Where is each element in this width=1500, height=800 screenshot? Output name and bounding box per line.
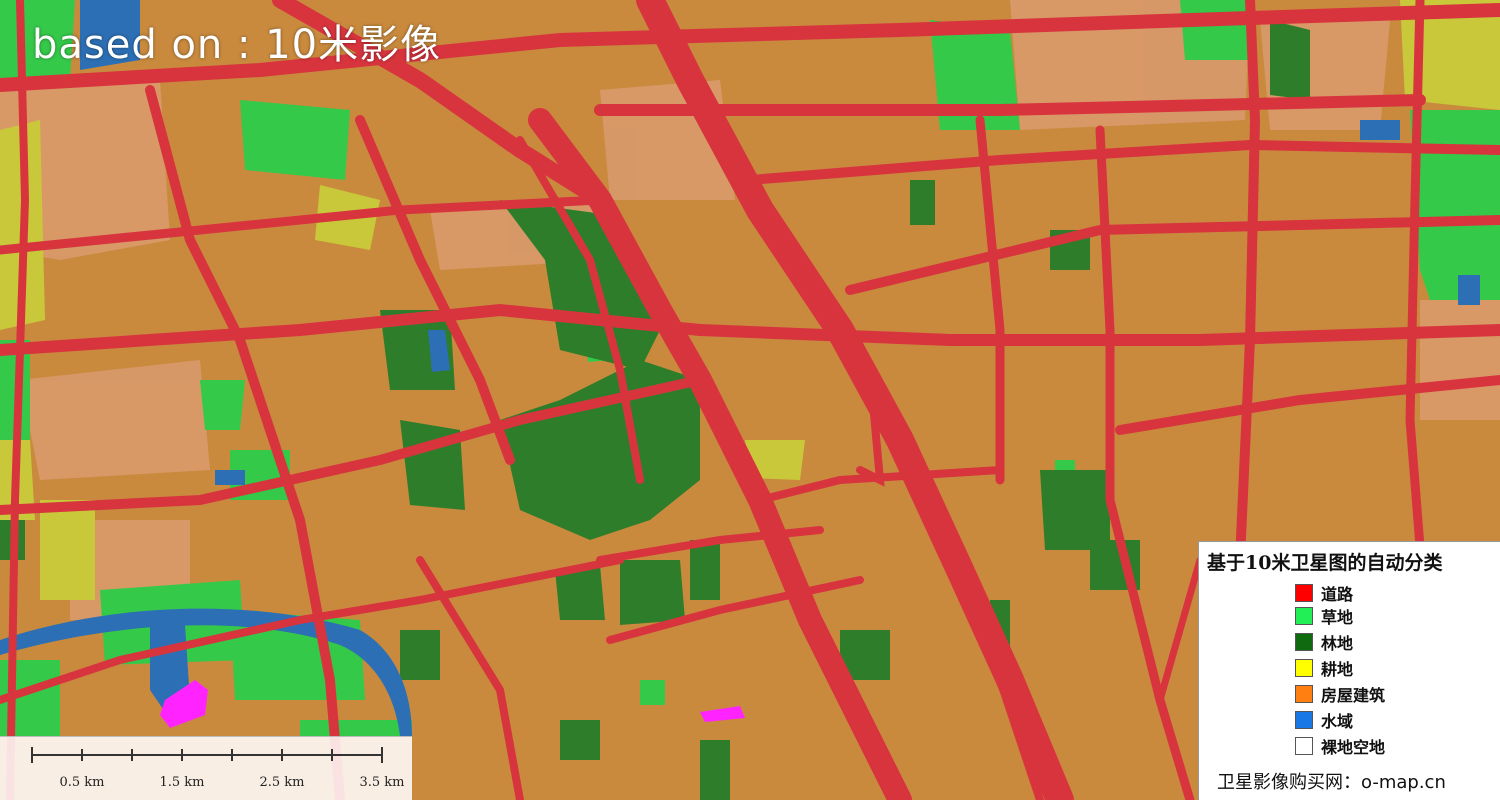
legend-label-building: 房屋建筑 <box>1321 686 1386 705</box>
legend-item-bare-land: 裸地空地 <box>1295 735 1385 757</box>
scale-label-2-5km: 2.5 km <box>259 775 305 790</box>
legend-label-water: 水域 <box>1321 712 1354 731</box>
scale-label-0-5km: 0.5 km <box>59 775 105 790</box>
scale-bar-ruler <box>31 747 383 763</box>
legend-swatch-bare-land <box>1295 737 1313 755</box>
scale-label-3-5km: 3.5 km <box>359 775 405 790</box>
legend-label-grass: 草地 <box>1321 608 1354 627</box>
map-legend: 基于10米卫星图的自动分类 道路 草地 林地 耕地 房屋建筑 水域 裸地空地 卫… <box>1198 541 1500 800</box>
legend-title: 基于10米卫星图的自动分类 <box>1207 552 1443 574</box>
legend-footer-source: 卫星影像购买网：o-map.cn <box>1217 772 1446 793</box>
scale-bar: 0.5 km 1.5 km 2.5 km 3.5 km <box>0 736 412 800</box>
map-viewer[interactable]: based on : 10米影像 0.5 km 1.5 km 2.5 km 3.… <box>0 0 1500 800</box>
legend-item-water: 水域 <box>1295 709 1353 731</box>
legend-label-road: 道路 <box>1321 585 1354 604</box>
legend-swatch-forest <box>1295 633 1313 651</box>
legend-swatch-building <box>1295 685 1313 703</box>
legend-item-road: 道路 <box>1295 582 1353 604</box>
legend-swatch-grass <box>1295 607 1313 625</box>
scale-label-1-5km: 1.5 km <box>159 775 205 790</box>
legend-item-grass: 草地 <box>1295 605 1353 627</box>
legend-label-bare-land: 裸地空地 <box>1321 738 1386 757</box>
legend-item-building: 房屋建筑 <box>1295 683 1385 705</box>
legend-swatch-water <box>1295 711 1313 729</box>
map-overlay-title: based on : 10米影像 <box>32 22 442 68</box>
legend-item-farmland: 耕地 <box>1295 657 1353 679</box>
legend-label-forest: 林地 <box>1321 634 1354 653</box>
legend-label-farmland: 耕地 <box>1321 660 1354 679</box>
legend-swatch-farmland <box>1295 659 1313 677</box>
legend-swatch-road <box>1295 584 1313 602</box>
legend-item-forest: 林地 <box>1295 631 1353 653</box>
